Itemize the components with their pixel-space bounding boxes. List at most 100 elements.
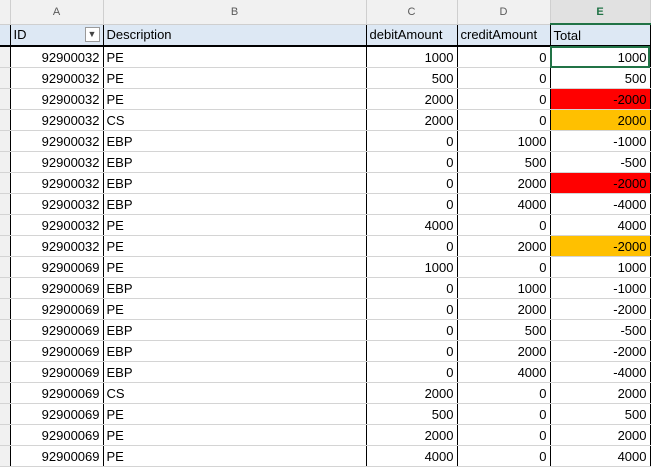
row-header[interactable] <box>0 172 11 194</box>
credit-cell[interactable]: 2000 <box>457 340 551 362</box>
row-header[interactable] <box>0 256 11 278</box>
credit-cell[interactable]: 0 <box>457 109 551 131</box>
id-cell[interactable]: 92900069 <box>10 256 104 278</box>
debit-cell[interactable]: 0 <box>366 340 458 362</box>
id-cell[interactable]: 92900069 <box>10 445 104 467</box>
id-cell[interactable]: 92900069 <box>10 382 104 404</box>
description-cell[interactable]: PE <box>103 67 367 89</box>
id-cell[interactable]: 92900069 <box>10 319 104 341</box>
id-cell[interactable]: 92900032 <box>10 88 104 110</box>
credit-cell[interactable]: 0 <box>457 382 551 404</box>
debit-cell[interactable]: 0 <box>366 298 458 320</box>
id-cell[interactable]: 92900069 <box>10 277 104 299</box>
credit-cell[interactable]: 2000 <box>457 235 551 257</box>
row-header[interactable] <box>0 109 11 131</box>
total-cell[interactable]: 2000 <box>550 424 651 446</box>
description-cell[interactable]: EBP <box>103 277 367 299</box>
total-cell[interactable]: 4000 <box>550 214 651 236</box>
select-all-corner[interactable] <box>0 0 11 25</box>
description-cell[interactable]: EBP <box>103 151 367 173</box>
column-header-e[interactable]: E <box>550 0 651 25</box>
filter-icon[interactable]: ▼ <box>84 27 100 43</box>
row-header[interactable] <box>0 403 11 425</box>
debit-cell[interactable]: 0 <box>366 277 458 299</box>
description-cell[interactable]: EBP <box>103 193 367 215</box>
description-cell[interactable]: PE <box>103 403 367 425</box>
credit-cell[interactable]: 0 <box>457 445 551 467</box>
debit-cell[interactable]: 500 <box>366 67 458 89</box>
description-cell[interactable]: PE <box>103 256 367 278</box>
row-header[interactable] <box>0 46 11 68</box>
debit-cell[interactable]: 0 <box>366 172 458 194</box>
row-header[interactable] <box>0 298 11 320</box>
total-cell[interactable]: -2000 <box>550 88 651 110</box>
debit-cell[interactable]: 4000 <box>366 445 458 467</box>
credit-cell[interactable]: 0 <box>457 214 551 236</box>
description-cell[interactable]: EBP <box>103 361 367 383</box>
credit-cell[interactable]: 0 <box>457 88 551 110</box>
header-total-cell[interactable]: Total <box>550 24 651 47</box>
id-cell[interactable]: 92900032 <box>10 130 104 152</box>
row-header[interactable] <box>0 151 11 173</box>
total-cell[interactable]: -500 <box>550 151 651 173</box>
total-cell[interactable]: 1000 <box>550 256 651 278</box>
row-header[interactable] <box>0 235 11 257</box>
id-cell[interactable]: 92900032 <box>10 151 104 173</box>
header-credit-cell[interactable]: creditAmount <box>457 24 551 47</box>
id-cell[interactable]: 92900069 <box>10 403 104 425</box>
row-header[interactable] <box>0 445 11 467</box>
column-header-a[interactable]: A <box>10 0 104 25</box>
description-cell[interactable]: PE <box>103 424 367 446</box>
id-cell[interactable]: 92900069 <box>10 424 104 446</box>
credit-cell[interactable]: 4000 <box>457 361 551 383</box>
row-header[interactable] <box>0 24 11 47</box>
id-cell[interactable]: 92900069 <box>10 361 104 383</box>
description-cell[interactable]: PE <box>103 46 367 68</box>
description-cell[interactable]: EBP <box>103 130 367 152</box>
debit-cell[interactable]: 0 <box>366 193 458 215</box>
total-cell[interactable]: 500 <box>550 403 651 425</box>
row-header[interactable] <box>0 88 11 110</box>
debit-cell[interactable]: 2000 <box>366 382 458 404</box>
debit-cell[interactable]: 1000 <box>366 46 458 68</box>
credit-cell[interactable]: 0 <box>457 424 551 446</box>
credit-cell[interactable]: 2000 <box>457 298 551 320</box>
total-cell[interactable]: 1000 <box>550 46 651 68</box>
description-cell[interactable]: EBP <box>103 172 367 194</box>
credit-cell[interactable]: 0 <box>457 403 551 425</box>
credit-cell[interactable]: 2000 <box>457 172 551 194</box>
row-header[interactable] <box>0 277 11 299</box>
total-cell[interactable]: -4000 <box>550 361 651 383</box>
debit-cell[interactable]: 1000 <box>366 256 458 278</box>
credit-cell[interactable]: 4000 <box>457 193 551 215</box>
total-cell[interactable]: -1000 <box>550 130 651 152</box>
row-header[interactable] <box>0 214 11 236</box>
credit-cell[interactable]: 0 <box>457 67 551 89</box>
description-cell[interactable]: EBP <box>103 319 367 341</box>
total-cell[interactable]: -2000 <box>550 298 651 320</box>
total-cell[interactable]: -4000 <box>550 193 651 215</box>
column-header-b[interactable]: B <box>103 0 367 25</box>
total-cell[interactable]: -500 <box>550 319 651 341</box>
debit-cell[interactable]: 2000 <box>366 424 458 446</box>
id-cell[interactable]: 92900032 <box>10 46 104 68</box>
total-cell[interactable]: 2000 <box>550 382 651 404</box>
id-cell[interactable]: 92900069 <box>10 298 104 320</box>
credit-cell[interactable]: 0 <box>457 46 551 68</box>
debit-cell[interactable]: 0 <box>366 235 458 257</box>
row-header[interactable] <box>0 193 11 215</box>
description-cell[interactable]: PE <box>103 298 367 320</box>
credit-cell[interactable]: 0 <box>457 256 551 278</box>
debit-cell[interactable]: 0 <box>366 361 458 383</box>
description-cell[interactable]: EBP <box>103 340 367 362</box>
id-cell[interactable]: 92900032 <box>10 193 104 215</box>
row-header[interactable] <box>0 361 11 383</box>
id-cell[interactable]: 92900032 <box>10 109 104 131</box>
description-cell[interactable]: PE <box>103 88 367 110</box>
row-header[interactable] <box>0 340 11 362</box>
debit-cell[interactable]: 2000 <box>366 88 458 110</box>
total-cell[interactable]: -1000 <box>550 277 651 299</box>
row-header[interactable] <box>0 424 11 446</box>
row-header[interactable] <box>0 319 11 341</box>
id-cell[interactable]: 92900032 <box>10 214 104 236</box>
